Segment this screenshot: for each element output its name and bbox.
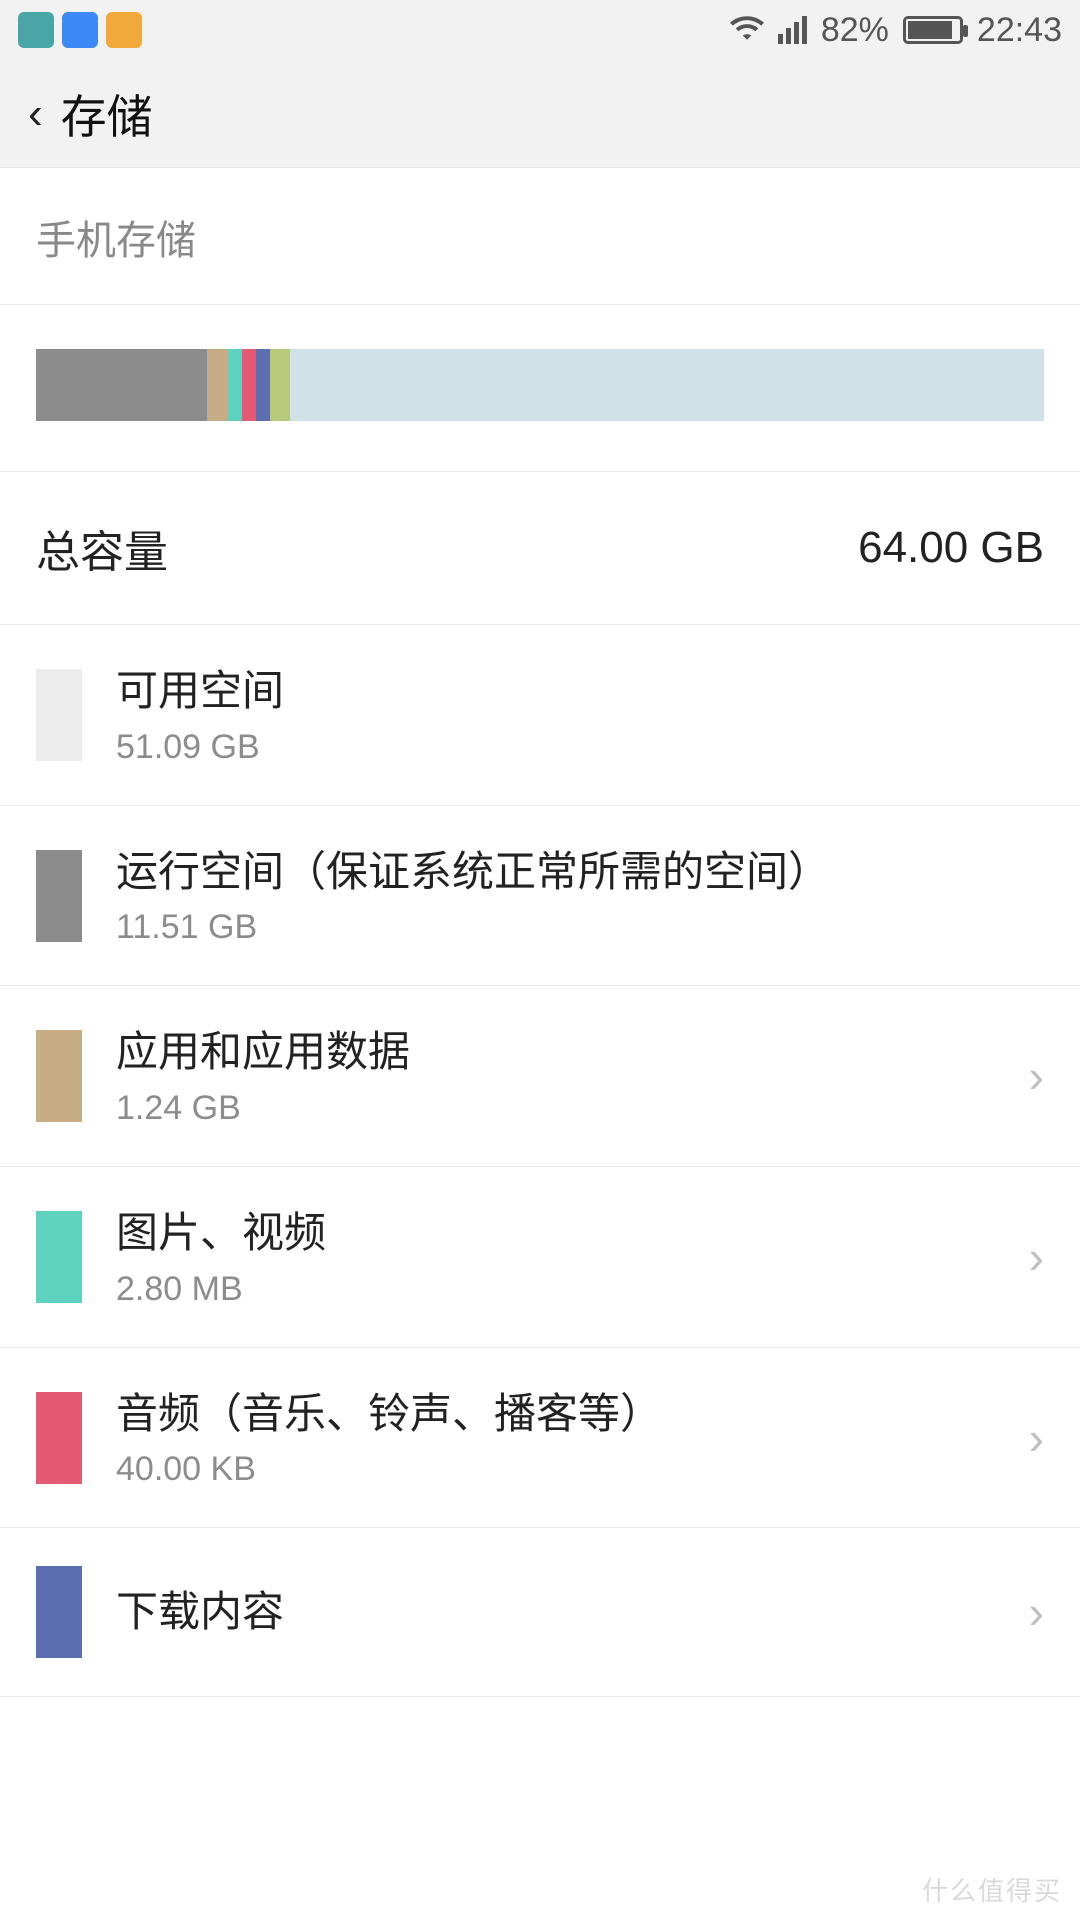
section-header-phone-storage: 手机存储 xyxy=(0,168,1080,305)
signal-icon xyxy=(778,16,807,44)
row-title: 下载内容 xyxy=(116,1584,1009,1641)
row-text: 运行空间（保证系统正常所需的空间） 11.51 GB xyxy=(116,844,1044,948)
swatch-audio xyxy=(36,1392,82,1484)
storage-row-pictures[interactable]: 图片、视频 2.80 MB› xyxy=(0,1167,1080,1348)
storage-usage-bar xyxy=(0,305,1080,472)
total-capacity-label: 总容量 xyxy=(36,516,168,580)
row-text: 应用和应用数据 1.24 GB xyxy=(116,1024,1009,1128)
chevron-right-icon: › xyxy=(1009,1585,1044,1639)
total-capacity-row: 总容量 64.00 GB xyxy=(0,472,1080,625)
row-text: 可用空间 51.09 GB xyxy=(116,663,1044,767)
row-sub: 11.51 GB xyxy=(116,908,1044,947)
status-bar: 82% 22:43 xyxy=(0,0,1080,60)
row-title: 应用和应用数据 xyxy=(116,1024,1009,1081)
row-text: 音频（音乐、铃声、播客等） 40.00 KB xyxy=(116,1386,1009,1490)
storage-row-available: 可用空间 51.09 GB xyxy=(0,625,1080,806)
page-title: 存储 xyxy=(61,81,153,147)
back-icon[interactable]: ‹ xyxy=(28,92,43,136)
chevron-right-icon: › xyxy=(1009,1049,1044,1103)
battery-icon xyxy=(903,16,963,44)
row-text: 下载内容 xyxy=(116,1584,1009,1641)
bar-segment-downloads xyxy=(256,349,270,421)
bar-segment-free xyxy=(290,349,1044,421)
status-bar-app-icons xyxy=(18,12,142,48)
row-sub: 1.24 GB xyxy=(116,1089,1009,1128)
storage-row-downloads[interactable]: 下载内容› xyxy=(0,1528,1080,1697)
page-header: ‹ 存储 xyxy=(0,60,1080,168)
gallery-icon xyxy=(18,12,54,48)
s-icon xyxy=(106,12,142,48)
clock: 22:43 xyxy=(977,11,1062,50)
swatch-available xyxy=(36,669,82,761)
shield-icon xyxy=(62,12,98,48)
bar-segment-apps xyxy=(207,349,227,421)
total-capacity-value: 64.00 GB xyxy=(858,523,1044,573)
bar-segment-other xyxy=(270,349,290,421)
battery-percent: 82% xyxy=(821,11,889,50)
bar-segment-system xyxy=(36,349,207,421)
swatch-pictures xyxy=(36,1211,82,1303)
row-sub: 2.80 MB xyxy=(116,1270,1009,1309)
watermark: 什么值得买 xyxy=(922,1871,1062,1908)
row-title: 音频（音乐、铃声、播客等） xyxy=(116,1386,1009,1443)
row-title: 运行空间（保证系统正常所需的空间） xyxy=(116,844,1044,901)
bar-segment-pictures xyxy=(228,349,242,421)
storage-row-audio[interactable]: 音频（音乐、铃声、播客等） 40.00 KB› xyxy=(0,1348,1080,1529)
chevron-right-icon: › xyxy=(1009,1411,1044,1465)
swatch-downloads xyxy=(36,1566,82,1658)
row-title: 图片、视频 xyxy=(116,1205,1009,1262)
row-text: 图片、视频 2.80 MB xyxy=(116,1205,1009,1309)
row-title: 可用空间 xyxy=(116,663,1044,720)
storage-row-system: 运行空间（保证系统正常所需的空间） 11.51 GB xyxy=(0,806,1080,987)
wifi-icon xyxy=(730,11,764,50)
chevron-right-icon: › xyxy=(1009,1230,1044,1284)
row-sub: 40.00 KB xyxy=(116,1450,1009,1489)
swatch-system xyxy=(36,850,82,942)
swatch-apps xyxy=(36,1030,82,1122)
bar-segment-audio xyxy=(242,349,256,421)
storage-row-apps[interactable]: 应用和应用数据 1.24 GB› xyxy=(0,986,1080,1167)
status-bar-right: 82% 22:43 xyxy=(730,11,1062,50)
row-sub: 51.09 GB xyxy=(116,728,1044,767)
